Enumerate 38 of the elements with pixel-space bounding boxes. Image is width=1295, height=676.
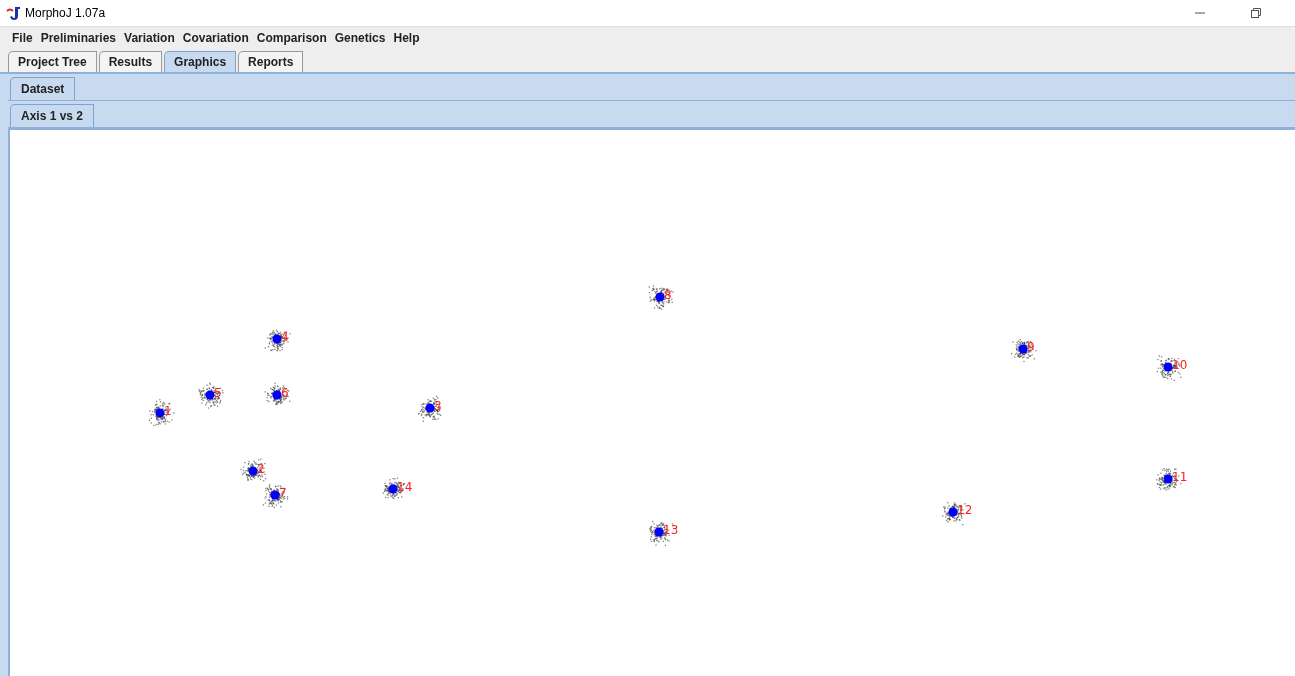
landmark-label: 3 xyxy=(434,399,442,413)
landmark-label: 10 xyxy=(1172,358,1188,372)
menu-item[interactable]: Comparison xyxy=(252,31,331,45)
landmark-label: 6 xyxy=(281,386,289,400)
landmark-label: 1 xyxy=(164,404,172,418)
landmark-label: 9 xyxy=(1027,340,1035,354)
landmark-scatter-drawing xyxy=(418,395,442,422)
landmark-scatter-drawing xyxy=(198,382,224,409)
landmark-label: 5 xyxy=(214,386,222,400)
landmark-label: 12 xyxy=(957,503,973,517)
landmark-label: 8 xyxy=(664,288,672,302)
menu-item[interactable]: Preliminaries xyxy=(36,31,121,45)
landmark-scatter-drawing xyxy=(1011,339,1037,363)
landmark-label: 7 xyxy=(279,486,287,500)
restore-icon[interactable] xyxy=(1251,8,1261,18)
landmark-label: 13 xyxy=(663,523,679,537)
menu-item[interactable]: Variation xyxy=(120,31,179,45)
landmark-scatter-drawing xyxy=(262,484,289,509)
tab[interactable]: Dataset xyxy=(10,77,76,100)
menu-item[interactable]: Help xyxy=(389,31,424,45)
landmark-scatter-drawing xyxy=(264,329,291,352)
menu-item[interactable]: File xyxy=(8,31,37,45)
window-title: MorphoJ 1.07a xyxy=(25,6,106,20)
landmark-label: 11 xyxy=(1172,470,1188,484)
menu-item[interactable]: Covariation xyxy=(178,31,253,45)
tab[interactable]: Project Tree xyxy=(8,51,97,72)
tab[interactable]: Graphics xyxy=(164,51,237,72)
menu-item[interactable]: Genetics xyxy=(330,31,390,45)
tab[interactable]: Axis 1 vs 2 xyxy=(10,104,95,127)
landmark-label: 2 xyxy=(257,462,265,476)
landmark-label: 4 xyxy=(281,330,289,344)
landmark-scatter-drawing xyxy=(648,285,674,310)
landmark-scatter-drawing xyxy=(264,382,291,405)
app-logo-icon xyxy=(6,5,22,21)
tab[interactable]: Results xyxy=(98,51,163,72)
landmark-scatter-drawing xyxy=(148,399,175,427)
landmark-scatter-drawing xyxy=(240,458,267,482)
tab[interactable]: Reports xyxy=(238,51,304,72)
